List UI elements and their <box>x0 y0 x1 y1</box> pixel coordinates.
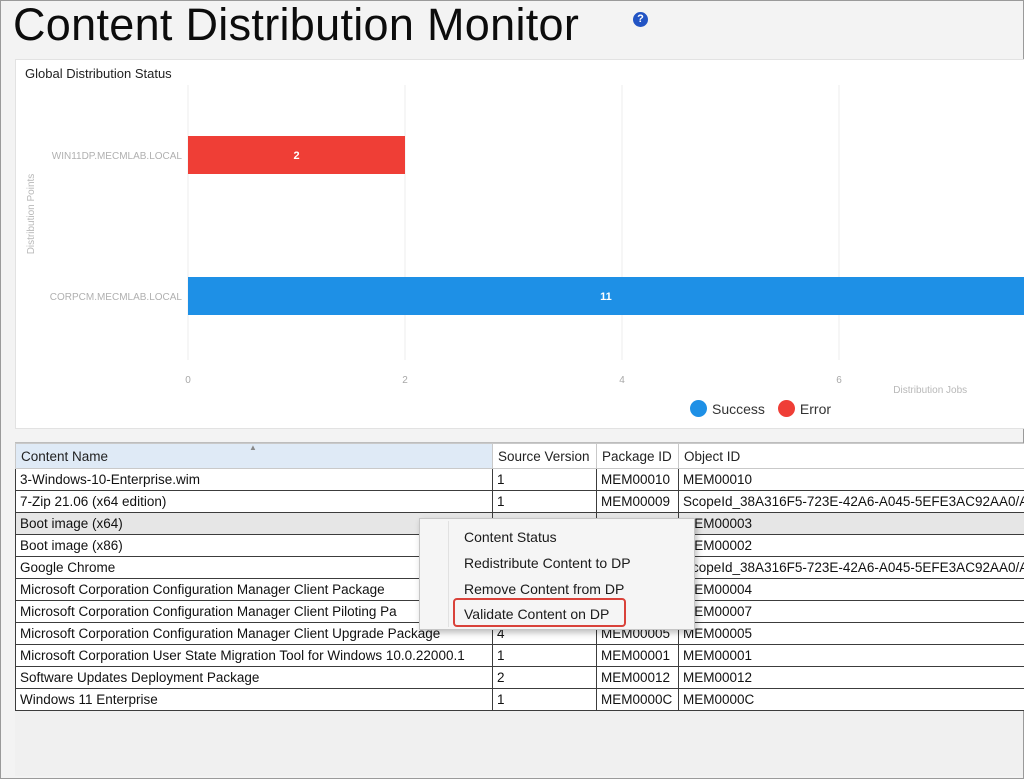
table-cell: 3-Windows-10-Enterprise.wim <box>15 468 493 491</box>
legend-label: Success <box>712 400 765 417</box>
y-axis-label: Distribution Points <box>26 174 37 255</box>
distribution-chart: Distribution Points Distribution Jobs 0 2 4 6… <box>26 85 1024 396</box>
x-tick-label: 2 <box>402 375 408 386</box>
table-cell: Software Updates Deployment Package <box>15 666 493 689</box>
column-header[interactable]: Object ID <box>678 443 1024 469</box>
table-cell: MEM00012 <box>678 666 1024 689</box>
x-tick-label: 6 <box>836 375 842 386</box>
table-cell: Windows 11 Enterprise <box>15 688 493 711</box>
page-title: Content Distribution Monitor <box>13 0 580 50</box>
table-cell: MEM00009 <box>596 490 679 513</box>
table-row[interactable]: Microsoft Corporation User State Migrati… <box>15 644 1024 667</box>
table-cell: MEM00002 <box>678 534 1024 557</box>
column-header-label: Package ID <box>602 448 672 464</box>
legend-swatch <box>777 400 795 417</box>
table-cell: MEM00001 <box>596 644 679 667</box>
menu-item-redistribute-content[interactable]: Redistribute Content to DP <box>464 555 631 571</box>
column-header[interactable]: Source Version <box>492 443 597 469</box>
column-header[interactable]: Package ID <box>596 443 679 469</box>
table-cell: MEM00010 <box>678 468 1024 491</box>
table-cell: 1 <box>492 468 597 491</box>
column-header-label: Content Name <box>21 448 109 464</box>
chart-legend: Success Error <box>690 400 844 417</box>
column-header-label: Source Version <box>498 448 590 464</box>
table-cell: 2 <box>492 666 597 689</box>
table-row[interactable]: Software Updates Deployment Package 2 MEM0… <box>15 666 1024 689</box>
data-label: 11 <box>600 291 612 303</box>
validate-highlight-box <box>453 598 626 627</box>
legend-item-error[interactable]: Error <box>777 400 832 417</box>
help-icon[interactable]: ? <box>633 12 648 27</box>
context-menu-gutter <box>448 521 449 627</box>
x-tick-label: 4 <box>619 375 625 386</box>
table-cell: MEM00001 <box>678 644 1024 667</box>
table-cell: 7-Zip 21.06 (x64 edition) <box>15 490 493 513</box>
table-row[interactable]: 3-Windows-10-Enterprise.wim 1 MEM00010 MEM0… <box>15 468 1024 491</box>
table-cell: ScopeId_38A316F5-723E-42A6-A045-5EFE3AC9… <box>678 556 1024 579</box>
table-cell: Microsoft Corporation User State Migrati… <box>15 644 493 667</box>
table-row[interactable]: Windows 11 Enterprise 1 MEM0000C MEM0000C <box>15 688 1024 711</box>
table-cell: 1 <box>492 644 597 667</box>
table-cell: ScopeId_38A316F5-723E-42A6-A045-5EFE3AC9… <box>678 490 1024 513</box>
legend-label: Error <box>799 400 832 417</box>
legend-swatch <box>690 400 707 417</box>
x-axis-label: Distribution Jobs <box>893 385 967 396</box>
table-cell: MEM0000C <box>678 688 1024 711</box>
category-label: WIN11DP.MECMLAB.LOCAL <box>52 151 183 162</box>
category-label: CORPCM.MECMLAB.LOCAL <box>50 292 183 303</box>
column-header-label: Object ID <box>684 448 741 464</box>
table-cell: MEM00010 <box>596 468 679 491</box>
table-cell: 1 <box>492 490 597 513</box>
table-cell: MEM0000C <box>596 688 679 711</box>
table-cell: MEM00004 <box>678 578 1024 601</box>
window: Content Distribution Monitor ? Global Di… <box>0 0 1024 779</box>
menu-item-remove-content[interactable]: Remove Content from DP <box>464 581 624 597</box>
legend-item-success[interactable]: Success <box>690 400 765 417</box>
table-cell: MEM00003 <box>678 512 1024 535</box>
menu-item-content-status[interactable]: Content Status <box>464 529 557 545</box>
x-tick-label: 0 <box>185 375 191 386</box>
table-row[interactable]: 7-Zip 21.06 (x64 edition) 1 MEM00009 ScopeI… <box>15 490 1024 513</box>
table-cell: MEM00005 <box>678 622 1024 645</box>
column-header[interactable]: ▲ Content Name <box>15 443 493 469</box>
table-cell: 1 <box>492 688 597 711</box>
chart-panel: Global Distribution Status Distribution … <box>15 59 1024 429</box>
data-label: 2 <box>293 150 299 162</box>
sort-ascending-icon: ▲ <box>249 443 257 453</box>
table-cell: MEM00012 <box>596 666 679 689</box>
table-cell: MEM00007 <box>678 600 1024 623</box>
